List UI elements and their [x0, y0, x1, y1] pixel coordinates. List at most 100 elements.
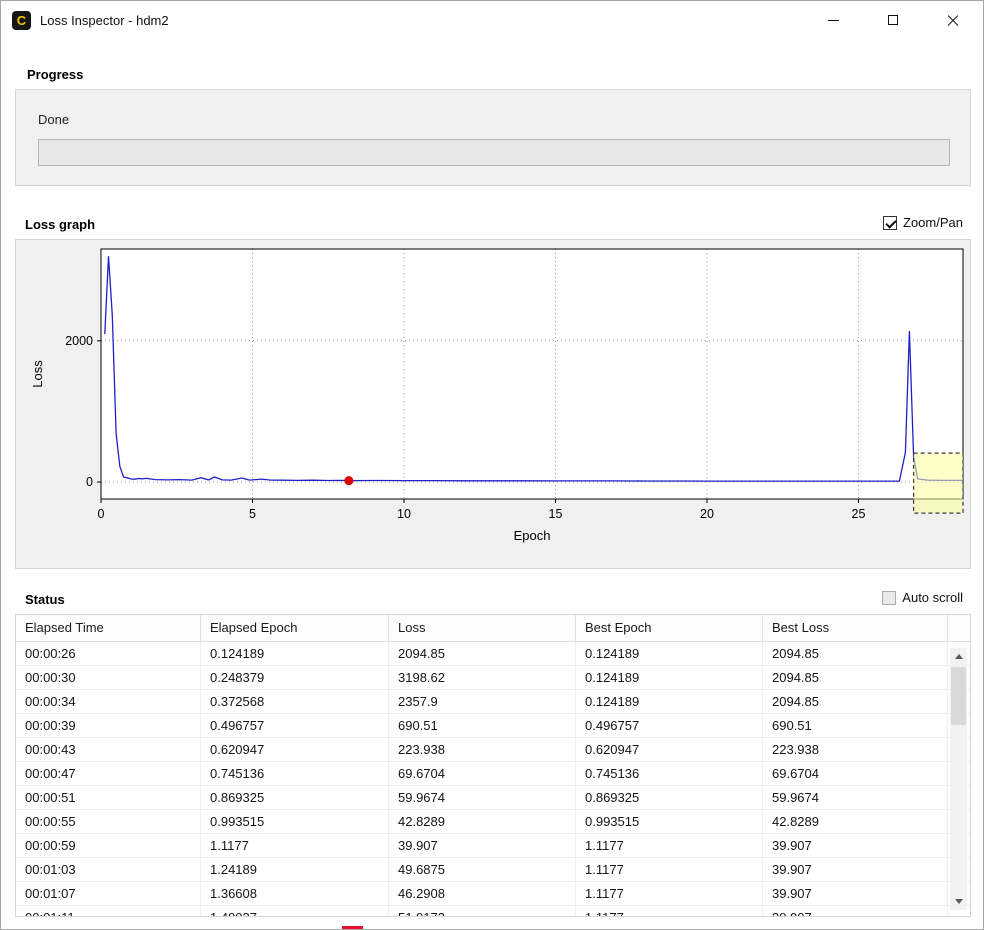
progress-state-label: Done	[38, 112, 69, 127]
x-tick-label: 0	[98, 507, 105, 521]
table-body: 00:00:260.1241892094.850.1241892094.8500…	[16, 642, 970, 917]
loss-chart[interactable]: 051015202502000EpochLoss	[16, 240, 970, 568]
table-cell: 00:00:47	[16, 762, 201, 785]
table-cell: 1.24189	[201, 858, 389, 881]
table-cell: 39.907	[763, 834, 948, 857]
table-cell: 39.907	[763, 882, 948, 905]
table-cell: 1.1177	[576, 858, 763, 881]
table-cell: 2094.85	[763, 642, 948, 665]
table-cell: 1.1177	[576, 906, 763, 917]
auto-scroll-checkbox[interactable]: Auto scroll	[882, 590, 963, 605]
column-header[interactable]: Elapsed Time	[16, 615, 201, 641]
table-row[interactable]: 00:01:031.2418949.68751.117739.907	[16, 858, 970, 882]
column-header[interactable]: Loss	[389, 615, 576, 641]
table-row[interactable]: 00:00:300.2483793198.620.1241892094.85	[16, 666, 970, 690]
table-cell: 69.6704	[763, 762, 948, 785]
table-cell: 0.745136	[201, 762, 389, 785]
table-cell: 0.248379	[201, 666, 389, 689]
arrow-up-icon	[955, 654, 963, 659]
column-header[interactable]: Best Loss	[763, 615, 948, 641]
status-table: Elapsed TimeElapsed EpochLossBest EpochB…	[15, 614, 971, 917]
minimize-icon	[828, 20, 839, 21]
table-cell: 0.124189	[576, 642, 763, 665]
table-cell: 00:00:43	[16, 738, 201, 761]
app-window: C Loss Inspector - hdm2 Progress Done Lo…	[0, 0, 984, 930]
table-cell: 42.8289	[763, 810, 948, 833]
table-row[interactable]: 00:00:470.74513669.67040.74513669.6704	[16, 762, 970, 786]
y-tick-label: 0	[86, 475, 93, 489]
table-cell: 3198.62	[389, 666, 576, 689]
window-title: Loss Inspector - hdm2	[40, 13, 169, 28]
x-tick-label: 20	[700, 507, 714, 521]
table-cell: 00:00:30	[16, 666, 201, 689]
table-row[interactable]: 00:01:071.3660846.29081.117739.907	[16, 882, 970, 906]
maximize-button[interactable]	[863, 1, 923, 39]
table-row[interactable]: 00:01:111.4903751.91721.117739.907	[16, 906, 970, 917]
table-cell: 690.51	[389, 714, 576, 737]
plot-area[interactable]	[101, 249, 963, 499]
maximize-icon	[888, 15, 898, 25]
table-cell: 2094.85	[763, 666, 948, 689]
table-cell: 51.9172	[389, 906, 576, 917]
minimize-button[interactable]	[803, 1, 863, 39]
table-row[interactable]: 00:00:390.496757690.510.496757690.51	[16, 714, 970, 738]
column-header[interactable]: Best Epoch	[576, 615, 763, 641]
scrollbar-up-arrow[interactable]	[950, 648, 967, 665]
taskbar-peek	[342, 926, 363, 930]
table-cell: 00:00:59	[16, 834, 201, 857]
table-row[interactable]: 00:00:510.86932559.96740.86932559.9674	[16, 786, 970, 810]
table-scrollbar[interactable]	[950, 648, 967, 910]
scrollbar-down-arrow[interactable]	[950, 893, 967, 910]
table-row[interactable]: 00:00:591.117739.9071.117739.907	[16, 834, 970, 858]
table-cell: 2094.85	[389, 642, 576, 665]
table-cell: 1.36608	[201, 882, 389, 905]
table-cell: 1.1177	[576, 834, 763, 857]
checkbox-checked-icon	[883, 216, 897, 230]
table-cell: 690.51	[763, 714, 948, 737]
x-tick-label: 25	[852, 507, 866, 521]
table-cell: 39.907	[763, 906, 948, 917]
x-axis-label: Epoch	[514, 528, 551, 543]
zoom-pan-label: Zoom/Pan	[903, 215, 963, 230]
table-cell: 0.993515	[576, 810, 763, 833]
table-cell: 0.496757	[576, 714, 763, 737]
progress-panel: Done	[15, 89, 971, 186]
progress-bar	[38, 139, 950, 166]
table-cell: 0.496757	[201, 714, 389, 737]
progress-section-label: Progress	[27, 67, 83, 82]
table-cell: 0.124189	[576, 690, 763, 713]
table-cell: 39.907	[389, 834, 576, 857]
table-cell: 1.1177	[576, 882, 763, 905]
table-cell: 0.620947	[576, 738, 763, 761]
table-cell: 42.8289	[389, 810, 576, 833]
table-cell: 223.938	[389, 738, 576, 761]
arrow-down-icon	[955, 899, 963, 904]
table-row[interactable]: 00:00:550.99351542.82890.99351542.8289	[16, 810, 970, 834]
close-button[interactable]	[923, 1, 983, 39]
app-icon-letter: C	[17, 13, 26, 28]
table-cell: 00:01:03	[16, 858, 201, 881]
table-cell: 59.9674	[389, 786, 576, 809]
table-cell: 1.49037	[201, 906, 389, 917]
table-row[interactable]: 00:00:260.1241892094.850.1241892094.85	[16, 642, 970, 666]
table-cell: 2357.9	[389, 690, 576, 713]
table-cell: 0.124189	[576, 666, 763, 689]
table-cell: 0.993515	[201, 810, 389, 833]
table-cell: 1.1177	[201, 834, 389, 857]
title-bar[interactable]: C Loss Inspector - hdm2	[1, 1, 983, 39]
table-cell: 00:00:39	[16, 714, 201, 737]
zoom-pan-checkbox[interactable]: Zoom/Pan	[883, 215, 963, 230]
zoom-selection-rect[interactable]	[914, 453, 963, 513]
column-header[interactable]: Elapsed Epoch	[201, 615, 389, 641]
table-cell: 00:00:26	[16, 642, 201, 665]
table-cell: 00:00:51	[16, 786, 201, 809]
table-cell: 69.6704	[389, 762, 576, 785]
scrollbar-thumb[interactable]	[951, 667, 966, 725]
y-tick-label: 2000	[65, 334, 93, 348]
table-row[interactable]: 00:00:340.3725682357.90.1241892094.85	[16, 690, 970, 714]
table-cell: 00:01:11	[16, 906, 201, 917]
window-controls	[803, 1, 983, 39]
table-row[interactable]: 00:00:430.620947223.9380.620947223.938	[16, 738, 970, 762]
y-axis-label: Loss	[30, 360, 45, 388]
table-cell: 46.2908	[389, 882, 576, 905]
